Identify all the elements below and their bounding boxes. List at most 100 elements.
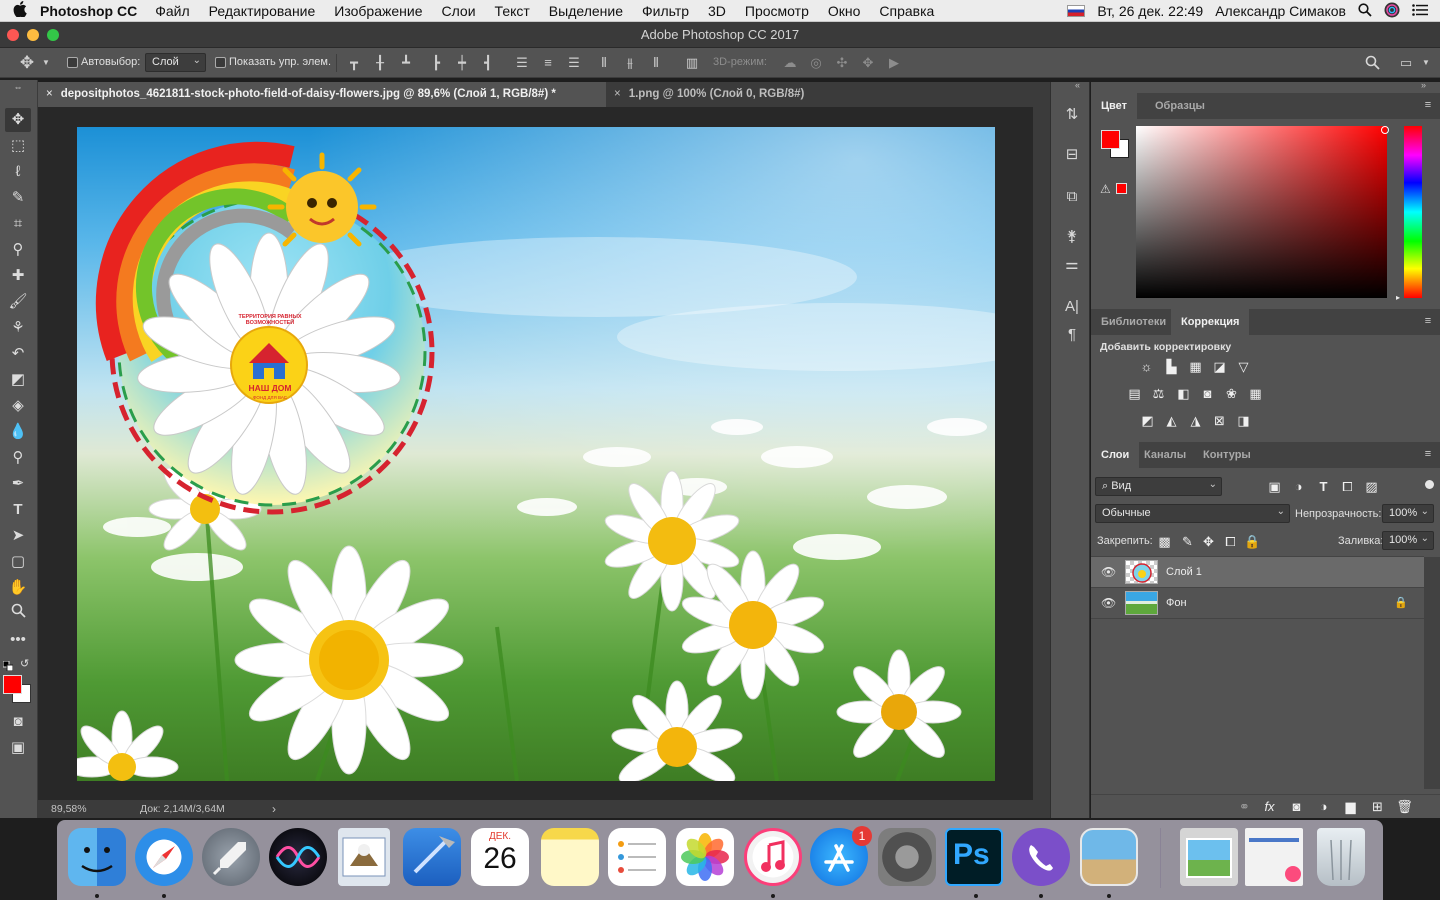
gamut-color-swatch[interactable] bbox=[1116, 183, 1127, 194]
menu-edit[interactable]: Редактирование bbox=[209, 3, 316, 19]
hue-slider[interactable] bbox=[1404, 126, 1422, 298]
mail-icon[interactable] bbox=[338, 828, 390, 886]
menu-type[interactable]: Текст bbox=[495, 3, 530, 19]
add-mask-icon[interactable]: ◙ bbox=[1288, 799, 1305, 814]
hand-tool-icon[interactable]: ✋ bbox=[5, 576, 31, 600]
search-icon[interactable] bbox=[1364, 55, 1380, 71]
screen-mode-icon[interactable]: ▣ bbox=[5, 736, 31, 760]
threshold-icon[interactable]: ◮ bbox=[1187, 413, 1204, 428]
dodge-tool-icon[interactable]: ⚲ bbox=[5, 446, 31, 470]
opacity-field[interactable]: 100% ⌄ bbox=[1382, 504, 1434, 523]
zoom-tool-icon[interactable] bbox=[5, 602, 31, 626]
foreground-color-swatch[interactable] bbox=[1101, 130, 1120, 149]
workspace-icon[interactable]: ▭ bbox=[1398, 55, 1414, 71]
menu-filter[interactable]: Фильтр bbox=[642, 3, 689, 19]
lock-transparent-icon[interactable]: ▩ bbox=[1156, 534, 1173, 549]
lock-position-icon[interactable]: ✥ bbox=[1200, 534, 1217, 549]
filter-pixel-icon[interactable]: ▣ bbox=[1266, 479, 1283, 494]
hue-saturation-icon[interactable]: ▤ bbox=[1126, 386, 1143, 401]
align-top-icon[interactable]: ┳ bbox=[346, 55, 362, 71]
color-picker-cursor[interactable] bbox=[1381, 126, 1389, 134]
color-field[interactable] bbox=[1136, 126, 1387, 298]
color-lookup-icon[interactable]: ▦ bbox=[1247, 386, 1264, 401]
move-tool-preset-icon[interactable]: ✥ bbox=[19, 54, 35, 71]
auto-align-icon[interactable]: ▥ bbox=[684, 55, 700, 71]
crop-tool-icon[interactable]: ⌗ bbox=[5, 212, 31, 236]
move-tool-icon[interactable]: ✥ bbox=[5, 108, 31, 132]
collapse-dock-icon[interactable]: » bbox=[1421, 80, 1426, 90]
levels-icon[interactable]: ▙ bbox=[1163, 359, 1180, 374]
healing-brush-tool-icon[interactable]: ✚ bbox=[5, 264, 31, 288]
flag-ru-icon[interactable] bbox=[1067, 5, 1086, 17]
brushes-icon[interactable]: ⚵ bbox=[1061, 226, 1083, 248]
xcode-icon[interactable] bbox=[403, 828, 461, 886]
document-image[interactable]: ТЕРРИТОРИЯ РАВНЫХ ВОЗМОЖНОСТЕЙ НАШ ДОМ Ф… bbox=[77, 127, 995, 781]
tab-1png[interactable]: × 1.png @ 100% (Слой 0, RGB/8#) bbox=[606, 82, 826, 107]
layer-row[interactable]: 👁 Слой 1 bbox=[1091, 557, 1424, 588]
blur-tool-icon[interactable]: 💧 bbox=[5, 420, 31, 444]
quick-mask-icon[interactable]: ◙ bbox=[5, 710, 31, 734]
align-vcenter-icon[interactable]: ╂ bbox=[372, 55, 388, 71]
distribute-top-icon[interactable]: ☰ bbox=[514, 55, 530, 71]
lasso-tool-icon[interactable]: ℓ bbox=[5, 160, 31, 184]
menubar-datetime[interactable]: Вт, 26 дек. 22:49 bbox=[1097, 3, 1203, 19]
chevron-down-icon[interactable]: ▼ bbox=[1418, 55, 1434, 71]
tab-libraries[interactable]: Библиотеки bbox=[1091, 309, 1176, 335]
canvas-area[interactable]: ТЕРРИТОРИЯ РАВНЫХ ВОЗМОЖНОСТЕЙ НАШ ДОМ Ф… bbox=[38, 107, 1033, 800]
filter-shape-icon[interactable]: ⧠ bbox=[1339, 479, 1356, 494]
blend-mode-select[interactable]: Обычные ⌄ bbox=[1095, 504, 1290, 523]
hue-slider-handle-icon[interactable]: ▸ bbox=[1396, 293, 1400, 302]
tab-paths[interactable]: Контуры bbox=[1193, 442, 1261, 468]
3d-scale-icon[interactable]: ▶ bbox=[886, 55, 902, 71]
lock-image-icon[interactable]: ✎ bbox=[1179, 534, 1196, 549]
history-brush-tool-icon[interactable]: ↶ bbox=[5, 342, 31, 366]
filter-smart-object-icon[interactable]: ▨ bbox=[1363, 479, 1380, 494]
swap-colors-icon[interactable]: ↺ bbox=[20, 657, 29, 670]
fill-field[interactable]: 100% ⌄ bbox=[1382, 531, 1434, 550]
default-colors-icon[interactable] bbox=[2, 658, 14, 672]
exposure-icon[interactable]: ◪ bbox=[1211, 359, 1228, 374]
viber-icon[interactable] bbox=[1012, 828, 1070, 886]
photoshop-icon[interactable]: Ps bbox=[945, 828, 1003, 886]
downloads-folder-icon[interactable] bbox=[1180, 828, 1238, 886]
invert-icon[interactable]: ◩ bbox=[1139, 413, 1156, 428]
color-balance-icon[interactable]: ⚖ bbox=[1150, 386, 1167, 401]
distribute-left-icon[interactable]: ⫴ bbox=[596, 55, 612, 71]
menu-file[interactable]: Файл bbox=[155, 3, 189, 19]
chevron-down-icon[interactable]: ▼ bbox=[38, 55, 54, 71]
tab-depositphotos[interactable]: × depositphotos_4621811-stock-photo-field… bbox=[38, 82, 606, 107]
menu-3d[interactable]: 3D bbox=[708, 3, 726, 19]
autoselect-select[interactable]: Слой ⌄ bbox=[145, 53, 206, 72]
gradient-map-icon[interactable]: ◨ bbox=[1235, 413, 1252, 428]
link-layers-icon[interactable]: ⚭ bbox=[1236, 799, 1253, 814]
filter-adjustment-icon[interactable]: ◑ bbox=[1290, 479, 1307, 494]
align-left-icon[interactable]: ┣ bbox=[428, 55, 444, 71]
3d-slide-icon[interactable]: ✥ bbox=[860, 55, 876, 71]
posterize-icon[interactable]: ◭ bbox=[1163, 413, 1180, 428]
photos-icon[interactable] bbox=[676, 828, 734, 886]
notes-icon[interactable] bbox=[541, 828, 599, 886]
tab-color[interactable]: Цвет bbox=[1091, 93, 1138, 119]
itunes-icon[interactable] bbox=[744, 828, 802, 886]
new-layer-icon[interactable]: ⊞ bbox=[1369, 799, 1386, 814]
notification-list-icon[interactable] bbox=[1412, 3, 1428, 19]
paint-bucket-tool-icon[interactable]: ◈ bbox=[5, 394, 31, 418]
menu-help[interactable]: Справка bbox=[879, 3, 934, 19]
new-adjustment-icon[interactable]: ◑ bbox=[1315, 799, 1332, 814]
calendar-icon[interactable]: ДЕК. 26 bbox=[471, 828, 529, 886]
search-icon[interactable] bbox=[1358, 2, 1372, 20]
eye-icon[interactable]: 👁 bbox=[1101, 596, 1116, 610]
marquee-tool-icon[interactable]: ⬚ bbox=[5, 134, 31, 158]
channel-mixer-icon[interactable]: ❀ bbox=[1223, 386, 1240, 401]
siri-icon[interactable] bbox=[1384, 2, 1400, 21]
app-menu-name[interactable]: Photoshop CC bbox=[40, 3, 137, 19]
vibrance-icon[interactable]: ▽ bbox=[1235, 359, 1252, 374]
quick-selection-tool-icon[interactable]: ✎ bbox=[5, 186, 31, 210]
type-tool-icon[interactable]: T bbox=[5, 498, 31, 522]
documents-stack-icon[interactable] bbox=[1245, 828, 1303, 886]
selective-color-icon[interactable]: ⊠ bbox=[1211, 413, 1228, 428]
siri-icon[interactable] bbox=[269, 828, 327, 886]
menu-window[interactable]: Окно bbox=[828, 3, 861, 19]
close-tab-icon[interactable]: × bbox=[46, 88, 53, 100]
curves-icon[interactable]: ▦ bbox=[1187, 359, 1204, 374]
